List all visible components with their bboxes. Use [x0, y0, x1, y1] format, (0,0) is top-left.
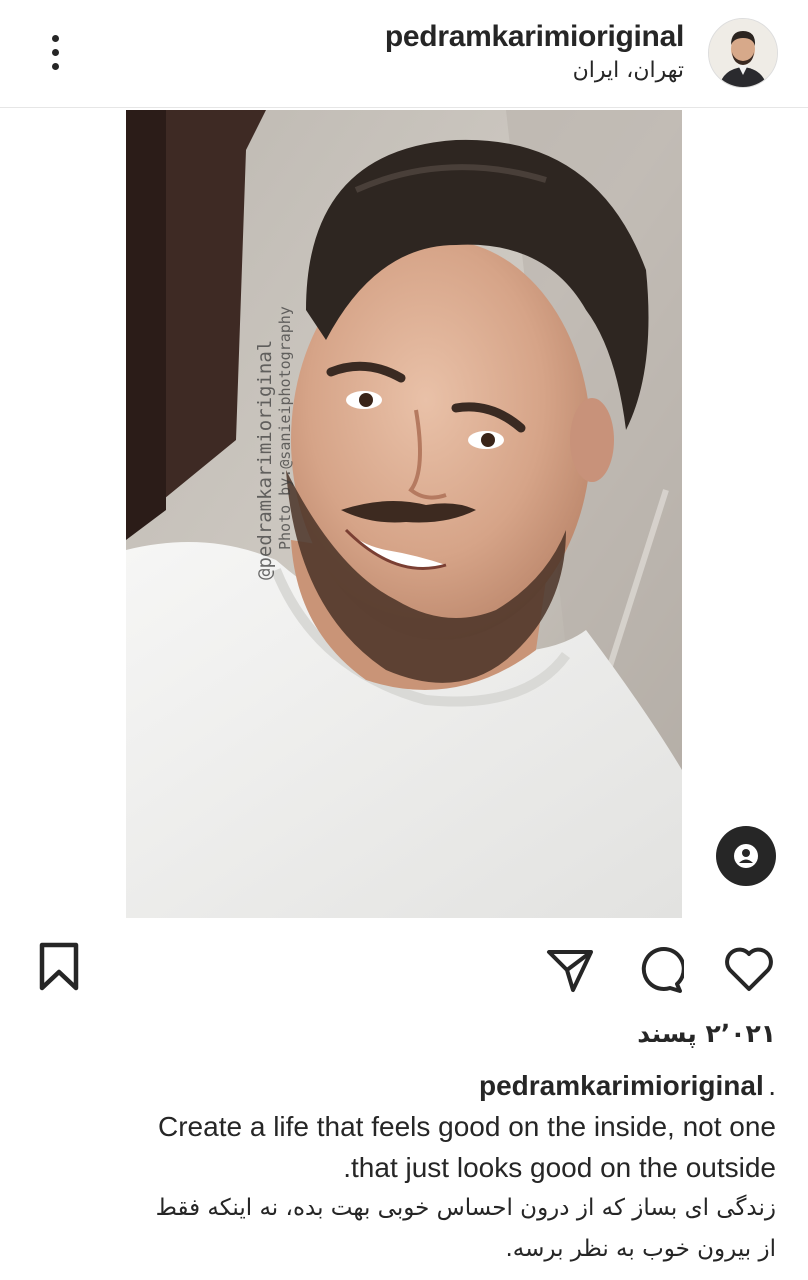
post-header: pedramkarimioriginal تهران، ایران: [0, 0, 808, 108]
comment-button[interactable]: [632, 942, 686, 996]
more-options-button[interactable]: [38, 30, 72, 74]
like-button[interactable]: [722, 942, 776, 996]
avatar-image: [709, 19, 777, 87]
post-caption: pedramkarimioriginal . Create a life tha…: [26, 1066, 776, 1270]
likes-count[interactable]: ۲٬۰۲۱ پسند: [637, 1014, 776, 1054]
user-tag-icon: [734, 844, 758, 868]
save-button[interactable]: [32, 940, 86, 994]
author-username[interactable]: pedramkarimioriginal: [385, 18, 684, 56]
avatar[interactable]: [708, 18, 778, 88]
comment-icon: [641, 947, 684, 993]
photo-watermark: @pedramkarimioriginal Photo by:@sanieiph…: [254, 306, 294, 580]
portrait-image: [126, 110, 682, 918]
caption-header: pedramkarimioriginal .: [26, 1066, 776, 1106]
caption-line-4: از بیرون خوب به نظر برسه.: [505, 1236, 776, 1262]
tagged-users-button[interactable]: [716, 826, 776, 886]
caption-line-2: .that just looks good on the outside: [343, 1152, 776, 1183]
watermark-handle: @pedramkarimioriginal: [254, 339, 276, 580]
heart-icon: [725, 947, 773, 991]
watermark-credit: Photo by:@sanieiphotography: [276, 306, 294, 550]
caption-dot: .: [768, 1070, 776, 1101]
caption-line-3: زندگی ای بساز که از درون احساس خوبی بهت …: [155, 1195, 776, 1221]
post-location[interactable]: تهران، ایران: [385, 56, 684, 86]
share-button[interactable]: [543, 942, 597, 996]
post-photo[interactable]: @pedramkarimioriginal Photo by:@sanieiph…: [126, 110, 682, 918]
author-info: pedramkarimioriginal تهران، ایران: [385, 18, 684, 86]
caption-username[interactable]: pedramkarimioriginal: [479, 1070, 764, 1101]
caption-line-1: Create a life that feels good on the ins…: [158, 1111, 776, 1142]
share-icon: [547, 950, 593, 992]
bookmark-icon: [39, 942, 79, 991]
more-vertical-icon: [51, 34, 59, 42]
